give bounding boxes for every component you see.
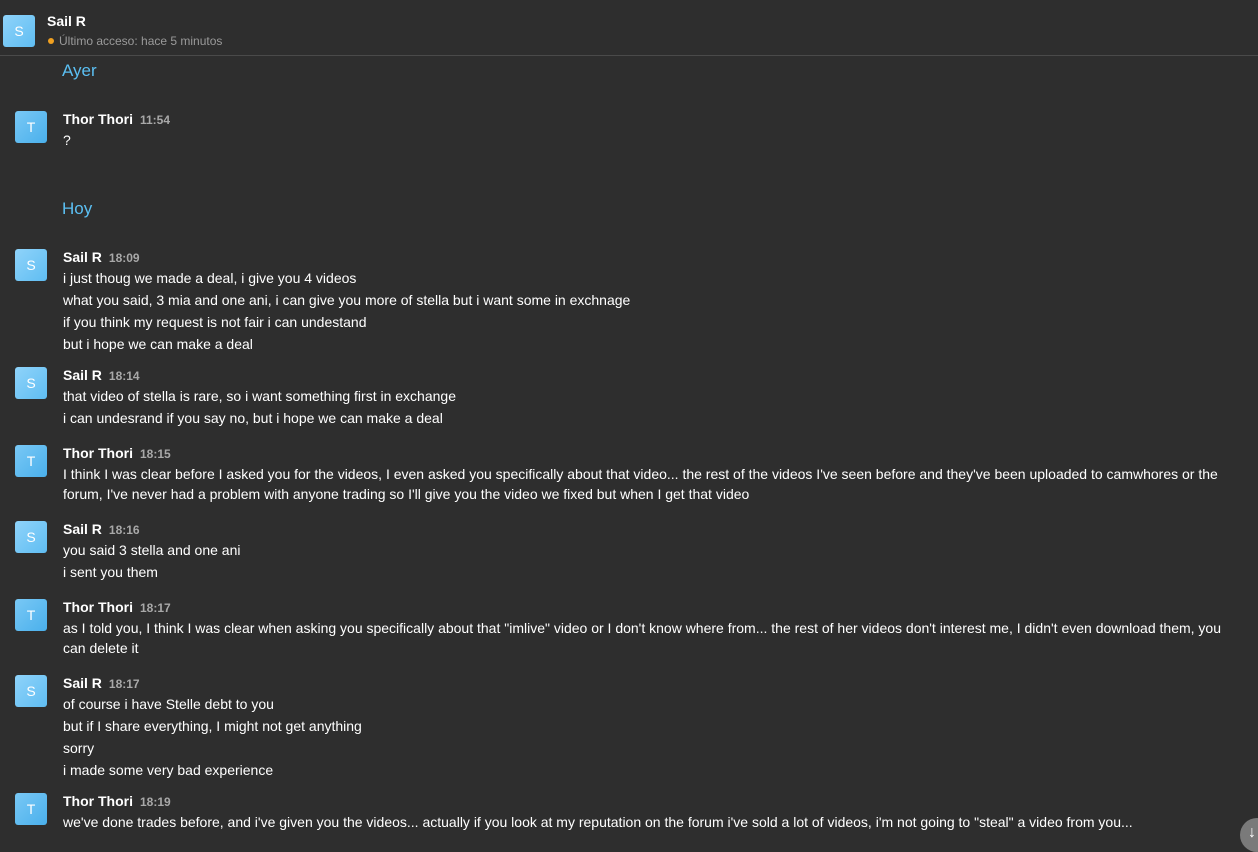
message-time: 18:19 xyxy=(140,795,171,809)
message-time: 11:54 xyxy=(140,113,171,127)
sender-name[interactable]: Sail R xyxy=(63,249,102,265)
sender-name[interactable]: Thor Thori xyxy=(63,599,133,615)
message-time: 18:14 xyxy=(108,369,140,383)
message-line: sorry xyxy=(63,740,95,756)
message-meta: Sail R 18:16 xyxy=(63,521,140,539)
sender-name[interactable]: Thor Thori xyxy=(63,111,133,127)
message-body: we've done trades before, and i've given… xyxy=(63,812,1243,834)
message-body: ? xyxy=(63,130,1243,152)
message-body: I think I was clear before I asked you f… xyxy=(63,464,1243,506)
message-line: you said 3 stella and one ani xyxy=(63,542,241,558)
last-seen-text: Último acceso: hace 5 minutos xyxy=(59,34,223,48)
message-time: 18:17 xyxy=(108,677,140,691)
message-meta: Sail R 18:09 xyxy=(63,249,140,267)
message-line: that video of stella is rare, so i want … xyxy=(63,388,456,404)
message-time: 18:15 xyxy=(140,447,171,461)
message-meta: Thor Thori 18:17 xyxy=(63,599,171,617)
message-meta: Sail R 18:14 xyxy=(63,367,140,385)
day-separator-hoy: Hoy xyxy=(62,199,93,218)
sender-name[interactable]: Sail R xyxy=(63,675,102,691)
sender-name[interactable]: Sail R xyxy=(63,367,102,383)
message-line: i just thoug we made a deal, i give you … xyxy=(63,270,357,286)
message-meta: Sail R 18:17 xyxy=(63,675,140,693)
arrow-down-icon: ↓ xyxy=(1248,824,1256,841)
avatar[interactable]: T xyxy=(15,111,47,143)
avatar[interactable]: T xyxy=(15,599,47,631)
avatar[interactable]: T xyxy=(15,445,47,477)
message-body: of course i have Stelle debt to you but … xyxy=(63,694,1243,782)
message-meta: Thor Thori 11:54 xyxy=(63,111,170,129)
message-body: that video of stella is rare, so i want … xyxy=(63,386,1243,430)
avatar[interactable]: T xyxy=(15,793,47,825)
message-body: as I told you, I think I was clear when … xyxy=(63,618,1243,660)
message-time: 18:09 xyxy=(108,251,140,265)
message-line: i made some very bad experience xyxy=(63,762,274,778)
message-line: of course i have Stelle debt to you xyxy=(63,696,274,712)
sender-name[interactable]: Sail R xyxy=(63,521,102,537)
day-separator-ayer: Ayer xyxy=(62,61,97,80)
contact-name[interactable]: Sail R xyxy=(47,13,86,29)
message-time: 18:17 xyxy=(140,601,171,615)
message-body: i just thoug we made a deal, i give you … xyxy=(63,268,1243,356)
chat-header: S Sail R Último acceso: hace 5 minutos xyxy=(0,0,1258,56)
avatar[interactable]: S xyxy=(15,521,47,553)
avatar[interactable]: S xyxy=(15,367,47,399)
contact-avatar[interactable]: S xyxy=(3,15,35,47)
message-line: I think I was clear before I asked you f… xyxy=(63,466,1218,502)
message-meta: Thor Thori 18:15 xyxy=(63,445,171,463)
last-seen-status: Último acceso: hace 5 minutos xyxy=(48,34,222,48)
avatar[interactable]: S xyxy=(15,249,47,281)
message-line: but if I share everything, I might not g… xyxy=(63,718,362,734)
sender-name[interactable]: Thor Thori xyxy=(63,793,133,809)
message-line: we've done trades before, and i've given… xyxy=(63,814,1133,830)
message-line: i sent you them xyxy=(63,564,158,580)
message-time: 18:16 xyxy=(108,523,140,537)
avatar[interactable]: S xyxy=(15,675,47,707)
message-line: as I told you, I think I was clear when … xyxy=(63,620,1221,656)
status-dot-icon xyxy=(48,38,54,44)
message-line: ? xyxy=(63,132,71,148)
message-line: but i hope we can make a deal xyxy=(63,336,253,352)
sender-name[interactable]: Thor Thori xyxy=(63,445,133,461)
message-line: if you think my request is not fair i ca… xyxy=(63,314,367,330)
message-line: i can undesrand if you say no, but i hop… xyxy=(63,410,443,426)
message-line: what you said, 3 mia and one ani, i can … xyxy=(63,292,631,308)
message-body: you said 3 stella and one ani i sent you… xyxy=(63,540,1243,584)
message-meta: Thor Thori 18:19 xyxy=(63,793,171,811)
